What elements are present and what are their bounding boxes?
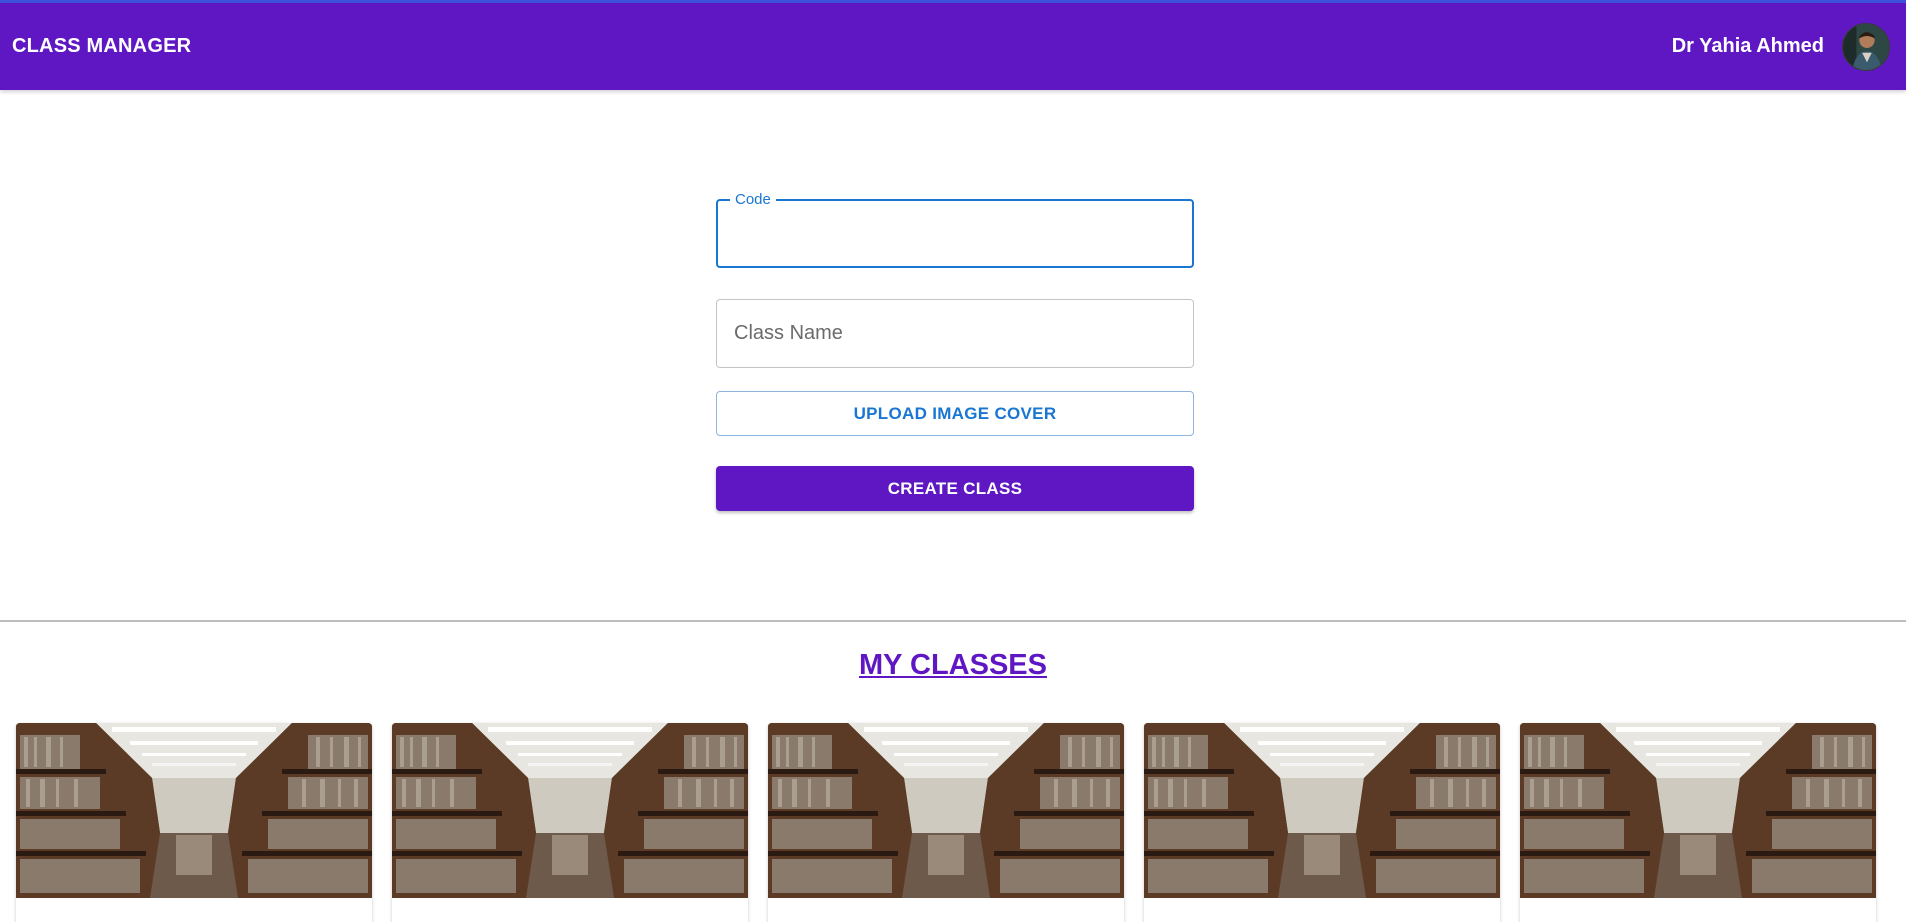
upload-image-cover-button[interactable]: UPLOAD IMAGE COVER <box>716 391 1194 436</box>
library-bookshelves-image <box>1520 723 1876 898</box>
user-name[interactable]: Dr Yahia Ahmed <box>1672 35 1824 58</box>
create-class-form: Code UPLOAD IMAGE COVER CREATE CLASS <box>716 191 1194 511</box>
code-label: Code <box>730 191 776 208</box>
library-bookshelves-image <box>1144 723 1500 898</box>
code-field[interactable]: Code <box>716 191 1194 268</box>
user-menu[interactable]: Dr Yahia Ahmed <box>1672 22 1890 71</box>
code-input[interactable] <box>718 201 1192 266</box>
library-bookshelves-image <box>768 723 1124 898</box>
avatar[interactable] <box>1842 22 1890 71</box>
section-divider <box>0 620 1906 622</box>
library-bookshelves-image <box>16 723 372 898</box>
create-class-button[interactable]: CREATE CLASS <box>716 466 1194 511</box>
class-name-field[interactable] <box>716 299 1194 368</box>
class-cards <box>16 723 1876 922</box>
class-card[interactable] <box>392 723 748 922</box>
my-classes-heading: MY CLASSES <box>858 649 1047 681</box>
library-bookshelves-image <box>392 723 748 898</box>
app-bar: CLASS MANAGER Dr Yahia Ahmed <box>0 0 1906 90</box>
class-card[interactable] <box>1520 723 1876 922</box>
class-card[interactable] <box>1144 723 1500 922</box>
user-avatar-icon <box>1843 23 1889 70</box>
class-card[interactable] <box>16 723 372 922</box>
class-card[interactable] <box>768 723 1124 922</box>
class-name-input[interactable] <box>717 300 1193 367</box>
app-title[interactable]: CLASS MANAGER <box>12 35 191 58</box>
